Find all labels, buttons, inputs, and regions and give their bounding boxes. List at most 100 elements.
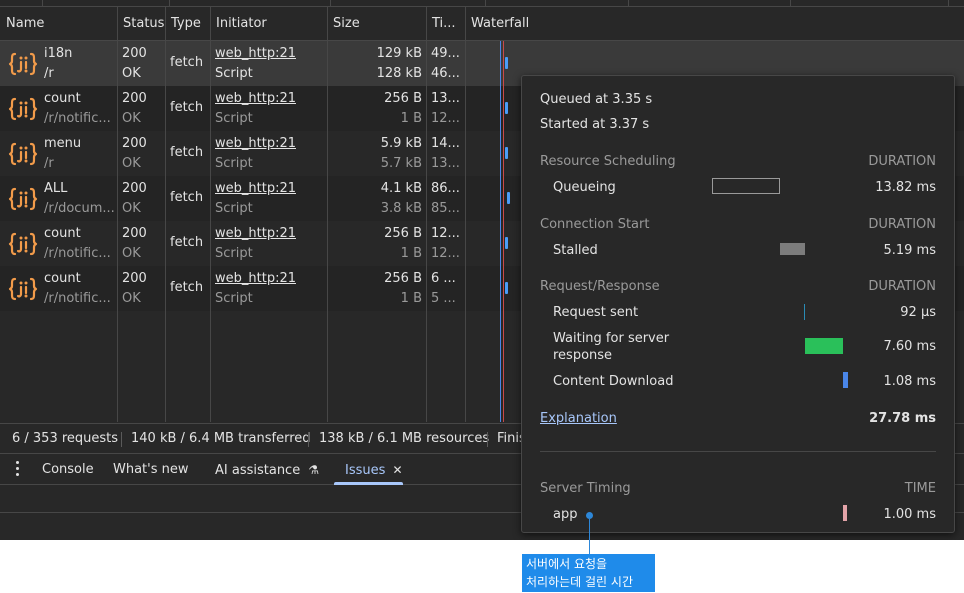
status-code: 200 <box>122 136 147 151</box>
initiator-link[interactable]: web_http:21 <box>215 226 296 241</box>
queueing-label: Queueing <box>553 180 616 195</box>
resource-size: 5.7 kB <box>380 156 422 171</box>
request-name: ALL <box>44 181 68 196</box>
transfer-size: 5.9 kB <box>380 136 422 151</box>
request-sent-bar <box>804 304 805 320</box>
fetch-icon <box>8 96 38 122</box>
server-timing-app-label: app <box>553 507 578 522</box>
queueing-bar <box>712 178 780 194</box>
status-code: 200 <box>122 226 147 241</box>
request-latency: 46... <box>431 66 460 81</box>
waiting-bar <box>805 338 843 354</box>
annotation-callout: 서버에서 요청을 처리하는데 걸린 시간 <box>522 554 655 592</box>
status-text: OK <box>122 66 141 81</box>
total-duration: 27.78 ms <box>869 411 936 426</box>
summary-resources: 138 kB / 6.1 MB resources <box>319 431 490 446</box>
resource-size: 1 B <box>400 111 422 126</box>
waterfall-bar <box>505 237 508 249</box>
queueing-value: 13.82 ms <box>875 180 936 195</box>
request-latency: 12... <box>431 246 460 261</box>
fetch-icon <box>8 276 38 302</box>
status-text: OK <box>122 201 141 216</box>
status-text: OK <box>122 111 141 126</box>
initiator-link[interactable]: web_http:21 <box>215 136 296 151</box>
column-divider <box>327 7 328 422</box>
request-path: /r/docum... <box>44 201 115 216</box>
waterfall-bar <box>505 57 508 69</box>
summary-requests: 6 / 353 requests <box>12 431 119 446</box>
tab-issues[interactable]: Issues ✕ <box>345 455 403 485</box>
close-icon[interactable]: ✕ <box>393 463 403 477</box>
column-header-time[interactable]: Ti... <box>426 7 465 41</box>
content-download-value: 1.08 ms <box>883 374 936 389</box>
resource-size: 128 kB <box>376 66 422 81</box>
transfer-size: 256 B <box>384 226 422 241</box>
overview-timeline[interactable] <box>0 0 964 7</box>
overview-tick <box>485 0 486 6</box>
request-path: /r/notific... <box>44 291 111 306</box>
request-path: /r <box>44 156 54 171</box>
tab-console[interactable]: Console <box>42 455 94 485</box>
transfer-size: 256 B <box>384 91 422 106</box>
stalled-label: Stalled <box>553 243 598 258</box>
active-tab-indicator <box>334 482 403 485</box>
requests-table-header: Name Status Type Initiator Size Ti... Wa… <box>0 7 964 41</box>
column-header-status[interactable]: Status <box>117 7 165 41</box>
section-connection-start: Connection Start <box>540 217 650 232</box>
waterfall-bar <box>505 282 508 294</box>
content-download-bar <box>843 372 848 388</box>
duration-header: DURATION <box>868 279 936 294</box>
column-header-waterfall[interactable]: Waterfall <box>465 7 605 41</box>
summary-transferred: 140 kB / 6.4 MB transferred <box>131 431 311 446</box>
annotation-line-2: 처리하는데 걸린 시간 <box>526 575 633 589</box>
waiting-label-line2: response <box>553 348 613 363</box>
queued-at: Queued at 3.35 s <box>540 92 653 107</box>
request-latency: 85... <box>431 201 460 216</box>
request-latency: 12... <box>431 111 460 126</box>
devtools-network-panel: Name Status Type Initiator Size Ti... Wa… <box>0 0 964 540</box>
column-header-initiator[interactable]: Initiator <box>210 7 327 41</box>
status-text: OK <box>122 156 141 171</box>
tab-ai-assistance-label: AI assistance <box>215 463 301 478</box>
tab-whats-new[interactable]: What's new <box>113 455 189 485</box>
fetch-icon <box>8 231 38 257</box>
initiator-link[interactable]: web_http:21 <box>215 271 296 286</box>
initiator-link[interactable]: web_http:21 <box>215 46 296 61</box>
resource-size: 1 B <box>400 246 422 261</box>
resource-size: 1 B <box>400 291 422 306</box>
initiator-link[interactable]: web_http:21 <box>215 181 296 196</box>
initiator-type: Script <box>215 246 253 261</box>
request-type: fetch <box>170 145 204 160</box>
column-header-size[interactable]: Size <box>327 7 426 41</box>
request-latency: 5 ... <box>431 291 456 306</box>
waiting-value: 7.60 ms <box>883 339 936 354</box>
resource-size: 3.8 kB <box>380 201 422 216</box>
request-time: 13... <box>431 91 460 106</box>
column-divider <box>465 7 466 422</box>
initiator-type: Script <box>215 201 253 216</box>
time-header: TIME <box>904 481 936 496</box>
overview-tick <box>948 0 949 6</box>
initiator-type: Script <box>215 291 253 306</box>
request-path: /r <box>44 66 54 81</box>
request-name: count <box>44 91 81 106</box>
explanation-link[interactable]: Explanation <box>540 411 617 426</box>
request-type: fetch <box>170 280 204 295</box>
column-divider <box>165 7 166 422</box>
status-code: 200 <box>122 91 147 106</box>
status-code: 200 <box>122 181 147 196</box>
waterfall-domcontentloaded-line <box>500 41 501 422</box>
initiator-link[interactable]: web_http:21 <box>215 91 296 106</box>
section-server-timing: Server Timing <box>540 481 631 496</box>
column-header-name[interactable]: Name <box>0 7 117 41</box>
waiting-label-line1: Waiting for server <box>553 331 670 346</box>
content-download-label: Content Download <box>553 374 674 389</box>
started-at: Started at 3.37 s <box>540 117 650 132</box>
column-header-type[interactable]: Type <box>165 7 210 41</box>
request-sent-value: 92 µs <box>900 305 936 320</box>
tab-ai-assistance[interactable]: AI assistance ⚗ <box>215 455 319 485</box>
more-options-icon[interactable] <box>14 461 20 477</box>
status-code: 200 <box>122 271 147 286</box>
summary-divider <box>308 432 309 447</box>
duration-header: DURATION <box>868 217 936 232</box>
